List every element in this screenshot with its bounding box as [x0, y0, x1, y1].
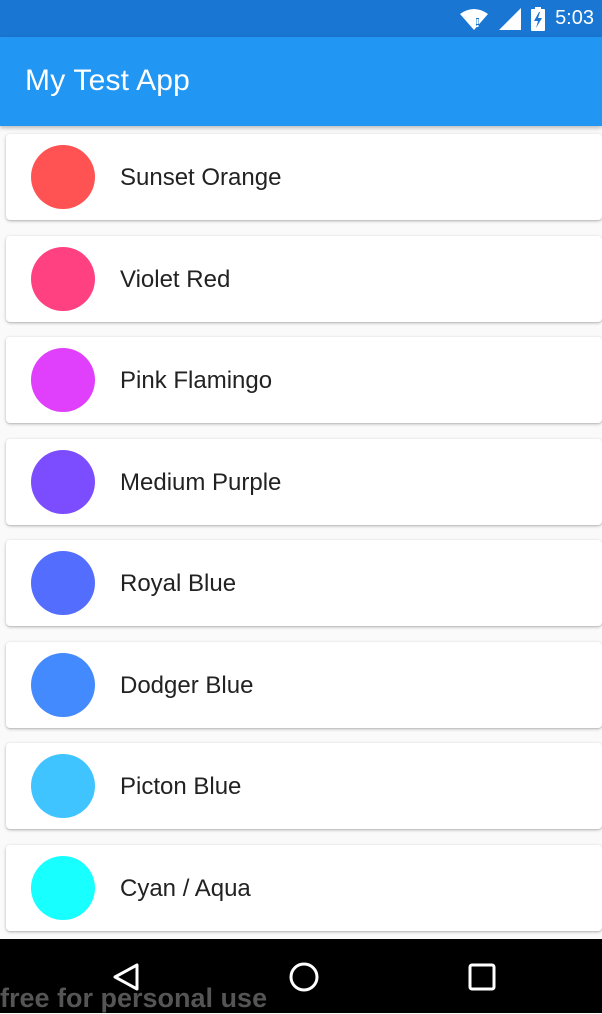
color-swatch: [31, 145, 95, 209]
status-time: 5:03: [555, 7, 594, 29]
color-card[interactable]: Cyan / Aqua: [6, 845, 602, 931]
color-list[interactable]: Sunset Orange Violet Red Pink Flamingo M…: [0, 126, 602, 939]
app-bar: My Test App: [0, 37, 602, 126]
color-swatch: [31, 247, 95, 311]
color-card[interactable]: Sunset Orange: [6, 134, 602, 220]
color-name: Cyan / Aqua: [120, 875, 251, 902]
status-indicators: 5:03: [459, 0, 594, 37]
color-card[interactable]: Pink Flamingo: [6, 337, 602, 423]
watermark: free for personal use: [0, 983, 268, 1013]
color-name: Royal Blue: [120, 570, 237, 597]
app-title: My Test App: [25, 64, 191, 97]
wifi-icon: [459, 8, 489, 30]
status-bar: 5:03: [0, 0, 602, 37]
color-name: Pink Flamingo: [120, 367, 273, 394]
color-swatch: [31, 551, 95, 615]
color-name: Sunset Orange: [120, 164, 282, 191]
color-name: Dodger Blue: [120, 672, 254, 699]
color-card[interactable]: Violet Red: [6, 236, 602, 322]
color-swatch: [31, 450, 95, 514]
color-swatch: [31, 653, 95, 717]
battery-charging-icon: [531, 6, 546, 31]
color-card[interactable]: Medium Purple: [6, 439, 602, 525]
color-swatch: [31, 754, 95, 818]
color-card[interactable]: Picton Blue: [6, 743, 602, 829]
recents-icon[interactable]: [466, 961, 498, 993]
color-card[interactable]: Royal Blue: [6, 540, 602, 626]
home-icon[interactable]: [288, 961, 320, 993]
color-name: Picton Blue: [120, 773, 242, 800]
color-swatch: [31, 348, 95, 412]
color-name: Medium Purple: [120, 469, 282, 496]
color-swatch: [31, 856, 95, 920]
color-name: Violet Red: [120, 266, 231, 293]
color-card[interactable]: Dodger Blue: [6, 642, 602, 728]
cell-signal-icon: [499, 7, 522, 30]
